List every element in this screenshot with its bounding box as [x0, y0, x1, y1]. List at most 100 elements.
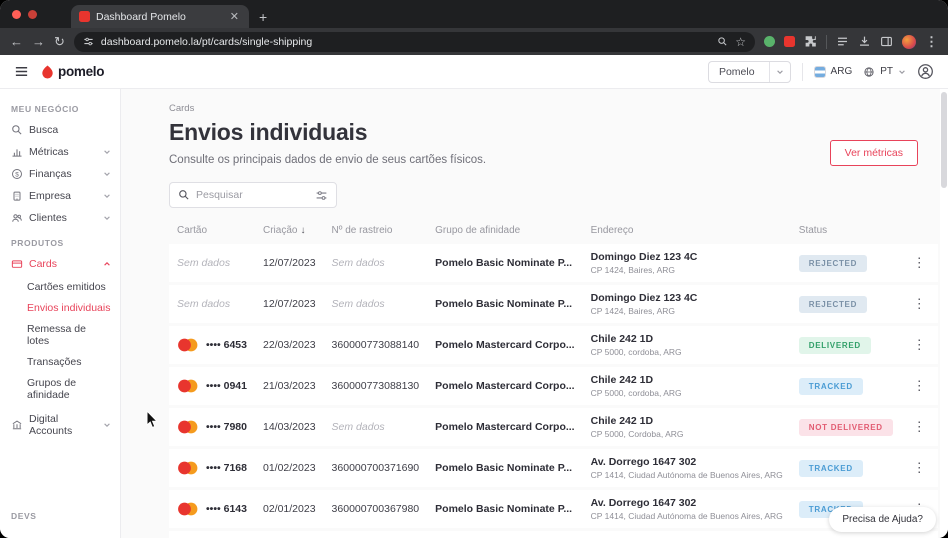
- extension-pomelo-icon[interactable]: [784, 36, 795, 47]
- sidebar-subitem-grupos-de-afinidade[interactable]: Grupos de afinidade: [0, 372, 120, 405]
- column-header-group: Grupo de afinidade: [427, 225, 582, 241]
- table-row[interactable]: •••• 6453 22/03/2023 360000773088140 Pom…: [169, 326, 938, 364]
- row-menu-icon[interactable]: ⋮: [909, 255, 930, 270]
- chevron-down-icon: [103, 192, 111, 200]
- table-row[interactable]: •••• 7980 14/03/2023 Sem dados Pomelo Ma…: [169, 408, 938, 446]
- sidebar-subitem-remessa-de-lotes[interactable]: Remessa de lotes: [0, 318, 120, 351]
- search-input[interactable]: [196, 189, 309, 201]
- view-metrics-button[interactable]: Ver métricas: [830, 140, 918, 166]
- sort-descending-icon[interactable]: ↓: [300, 225, 305, 236]
- tracking-number: 360000773088140: [332, 339, 420, 351]
- forward-icon[interactable]: →: [32, 35, 45, 48]
- card-cell: •••• 6453: [177, 338, 247, 352]
- sidebar-item-digital-accounts[interactable]: Digital Accounts: [0, 408, 120, 442]
- card-number: Sem dados: [177, 298, 247, 310]
- status-badge: DELIVERED: [799, 337, 871, 354]
- sidebar-item-financas[interactable]: $ Finanças: [0, 163, 120, 185]
- address-line1: Domingo Diez 123 4C: [591, 251, 783, 263]
- extension-green-icon[interactable]: [764, 36, 775, 47]
- reload-icon[interactable]: ↻: [54, 35, 65, 48]
- country-selector[interactable]: ARG: [814, 66, 853, 78]
- site-settings-icon[interactable]: [83, 36, 94, 47]
- address-line2: CP 1424, Baires, ARG: [591, 306, 783, 316]
- sidebar-item-label: Métricas: [29, 146, 69, 158]
- extensions-puzzle-icon[interactable]: [804, 35, 817, 48]
- card-number: •••• 6453: [206, 339, 247, 351]
- scrollbar[interactable]: [940, 89, 948, 538]
- sidebar-item-empresa[interactable]: Empresa: [0, 185, 120, 207]
- cards-submenu: Cartões emitidos Envios individuais Reme…: [0, 275, 120, 408]
- table-row[interactable]: Sem dados 12/07/2023 Sem dados Pomelo Ba…: [169, 285, 938, 323]
- table-row[interactable]: •••• 6198 02/12/2022 360000669950600 Pom…: [169, 531, 938, 538]
- table-row[interactable]: •••• 0941 21/03/2023 360000773088130 Pom…: [169, 367, 938, 405]
- search-icon[interactable]: [717, 36, 728, 47]
- globe-icon: [863, 66, 875, 78]
- affinity-group: Pomelo Mastercard Corpo...: [435, 421, 574, 433]
- affinity-group: Pomelo Mastercard Corpo...: [435, 380, 574, 392]
- column-header-status: Status: [791, 225, 901, 241]
- card-brand-icon: [177, 420, 199, 434]
- page-subtitle: Consulte os principais dados de envio de…: [169, 154, 486, 166]
- hamburger-menu-icon[interactable]: [14, 64, 29, 79]
- bookmark-star-icon[interactable]: ☆: [735, 36, 746, 48]
- sidebar-subitem-cartoes-emitidos[interactable]: Cartões emitidos: [0, 276, 120, 297]
- search-box[interactable]: [169, 182, 337, 208]
- sidebar-item-busca[interactable]: Busca: [0, 119, 120, 141]
- tracking-number: 360000700371690: [332, 462, 420, 474]
- card-number: •••• 7168: [206, 462, 247, 474]
- column-header-creation[interactable]: Criação↓: [255, 225, 324, 241]
- sidebar-item-label: Clientes: [29, 212, 67, 224]
- card-number: •••• 7980: [206, 421, 247, 433]
- breadcrumb[interactable]: Cards: [169, 103, 918, 114]
- tracking-number: Sem dados: [332, 298, 385, 310]
- side-panel-icon[interactable]: [880, 35, 893, 48]
- tab-strip: Dashboard Pomelo ✕ +: [0, 0, 948, 28]
- browser-tab[interactable]: Dashboard Pomelo ✕: [71, 5, 249, 28]
- sidebar-item-clientes[interactable]: Clientes: [0, 207, 120, 229]
- organization-select[interactable]: Pomelo: [708, 61, 791, 83]
- sidebar-item-cards[interactable]: Cards: [0, 253, 120, 275]
- sidebar-item-metricas[interactable]: Métricas: [0, 141, 120, 163]
- building-icon: [11, 190, 23, 202]
- tracking-number: 360000773088130: [332, 380, 420, 392]
- language-selector[interactable]: PT: [863, 66, 906, 78]
- address-bar[interactable]: dashboard.pomelo.la/pt/cards/single-ship…: [74, 32, 755, 52]
- pomelo-logo[interactable]: pomelo: [41, 64, 104, 79]
- table-row[interactable]: •••• 7168 01/02/2023 360000700371690 Pom…: [169, 449, 938, 487]
- downloads-icon[interactable]: [858, 35, 871, 48]
- creation-date: 12/07/2023: [263, 257, 316, 269]
- table-row[interactable]: Sem dados 12/07/2023 Sem dados Pomelo Ba…: [169, 244, 938, 282]
- tab-close-icon[interactable]: ✕: [228, 10, 241, 23]
- minimize-window-button[interactable]: [28, 10, 37, 19]
- scrollbar-thumb[interactable]: [941, 92, 947, 188]
- close-window-button[interactable]: [12, 10, 21, 19]
- column-header-card: Cartão: [169, 225, 255, 241]
- sidebar-item-label: Finanças: [29, 168, 72, 180]
- profile-avatar[interactable]: [902, 35, 916, 49]
- row-menu-icon[interactable]: ⋮: [909, 337, 930, 352]
- creation-date: 14/03/2023: [263, 421, 316, 433]
- filter-icon[interactable]: [315, 189, 328, 202]
- search-icon: [178, 189, 190, 201]
- new-tab-button[interactable]: +: [249, 9, 279, 28]
- sidebar-subitem-envios-individuais[interactable]: Envios individuais: [0, 297, 120, 318]
- back-icon[interactable]: ←: [10, 35, 23, 48]
- creation-date: 01/02/2023: [263, 462, 316, 474]
- help-button[interactable]: Precisa de Ajuda?: [829, 507, 936, 532]
- address-line2: CP 1414, Ciudad Autónoma de Buenos Aires…: [591, 470, 783, 480]
- status-badge: REJECTED: [799, 296, 867, 313]
- browser-menu-icon[interactable]: ⋮: [925, 35, 938, 48]
- chevron-down-icon: [103, 148, 111, 156]
- row-menu-icon[interactable]: ⋮: [909, 296, 930, 311]
- toolbar-divider: [826, 35, 827, 49]
- table-row[interactable]: •••• 6143 02/01/2023 360000700367980 Pom…: [169, 490, 938, 528]
- address-line2: CP 5000, cordoba, ARG: [591, 347, 783, 357]
- row-menu-icon[interactable]: ⋮: [909, 419, 930, 434]
- account-icon[interactable]: [917, 63, 934, 80]
- affinity-group: Pomelo Basic Nominate P...: [435, 298, 572, 310]
- reading-list-icon[interactable]: [836, 35, 849, 48]
- row-menu-icon[interactable]: ⋮: [909, 460, 930, 475]
- brand-wordmark: pomelo: [58, 64, 104, 79]
- row-menu-icon[interactable]: ⋮: [909, 378, 930, 393]
- sidebar-subitem-transacoes[interactable]: Transações: [0, 351, 120, 372]
